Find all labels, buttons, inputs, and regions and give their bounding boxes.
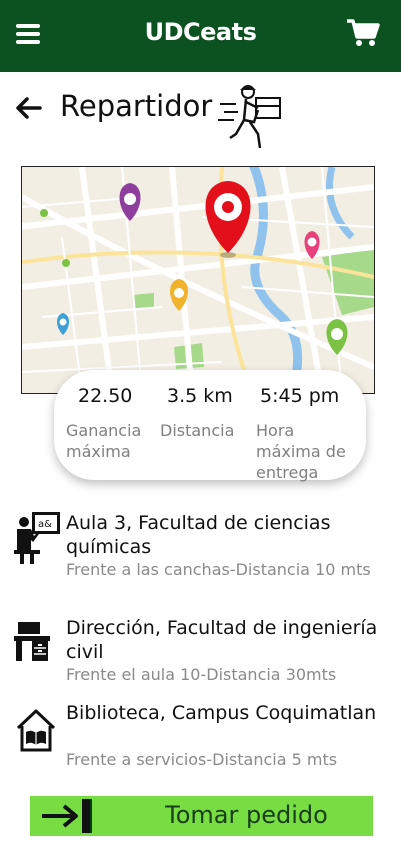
- library-icon: [16, 708, 56, 756]
- location-subtitle: Frente el aula 10-Distancia 30mts: [66, 665, 337, 684]
- svg-text:a&: a&: [38, 519, 52, 530]
- classroom-teacher-icon: a&: [14, 512, 62, 568]
- page-title: Repartidor: [60, 89, 213, 123]
- map-dot: [40, 209, 48, 217]
- location-title: Biblioteca, Campus Coquimatlan: [66, 702, 377, 724]
- top-app-bar: UDCeats: [0, 0, 401, 72]
- delivery-time-label: Hora máxima de entrega: [256, 421, 346, 482]
- take-order-button[interactable]: Tomar pedido: [30, 796, 373, 836]
- location-title: Dirección, Facultad de ingeniería civil: [66, 617, 378, 663]
- take-order-label: Tomar pedido: [165, 801, 328, 829]
- earnings-label: Ganancia máxima: [66, 421, 142, 461]
- office-desk-icon: [14, 622, 50, 666]
- shopping-cart-icon[interactable]: [346, 18, 380, 48]
- delivery-map[interactable]: [21, 166, 375, 394]
- enter-arrow-icon: [36, 799, 118, 833]
- location-subtitle: Frente a servicios-Distancia 5 mts: [66, 750, 338, 769]
- delivery-courier-icon: [218, 82, 284, 152]
- location-subtitle: Frente a las canchas-Distancia 10 mts: [66, 560, 371, 579]
- distance-label: Distancia: [160, 421, 235, 440]
- earnings-value: 22.50: [78, 385, 133, 407]
- distance-value: 3.5 km: [167, 385, 233, 407]
- delivery-stats-card: 22.50 Ganancia máxima 3.5 km Distancia 5…: [54, 370, 366, 482]
- app-title: UDCeats: [144, 18, 257, 46]
- location-title: Aula 3, Facultad de ciencias químicas: [66, 512, 331, 558]
- delivery-time-value: 5:45 pm: [260, 385, 340, 407]
- map-dot: [62, 259, 70, 267]
- back-arrow-icon[interactable]: [14, 94, 42, 122]
